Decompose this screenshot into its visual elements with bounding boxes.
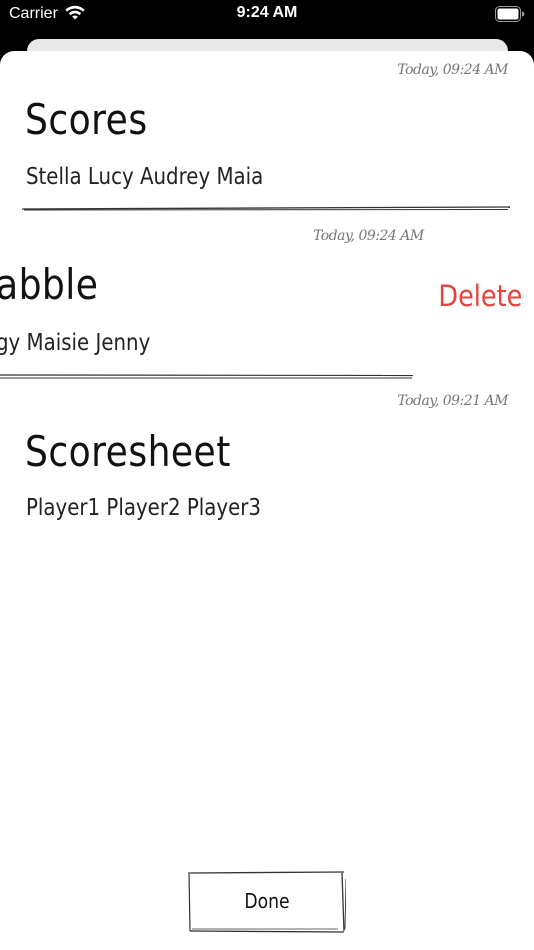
status-bar: Carrier 9:24 AM [0,0,534,30]
note-divider [22,206,511,211]
done-button[interactable]: Done [188,871,346,933]
note-body: Stella Lucy Audrey Maia [26,164,264,190]
battery-icon [495,6,525,22]
note-title: abble [0,260,99,309]
notes-sheet: Today, 09:24 AM Scores Stella Lucy Audre… [0,51,534,950]
note-body: gy Maisie Jenny [0,330,151,356]
note-row[interactable]: Today, 09:21 AM Scoresheet Player1 Playe… [0,381,534,546]
clock: 9:24 AM [236,4,298,21]
note-title: Scores [25,95,148,144]
note-date: Today, 09:24 AM [313,228,424,244]
note-date: Today, 09:24 AM [397,62,508,78]
note-date: Today, 09:21 AM [397,393,508,409]
done-button-label: Done [244,889,290,913]
note-title: Scoresheet [25,427,231,476]
note-body: Player1 Player2 Player3 [26,495,261,521]
delete-button[interactable]: Delete [438,279,522,313]
note-divider [0,374,414,379]
note-row[interactable]: Today, 09:24 AM Scores Stella Lucy Audre… [0,51,534,216]
